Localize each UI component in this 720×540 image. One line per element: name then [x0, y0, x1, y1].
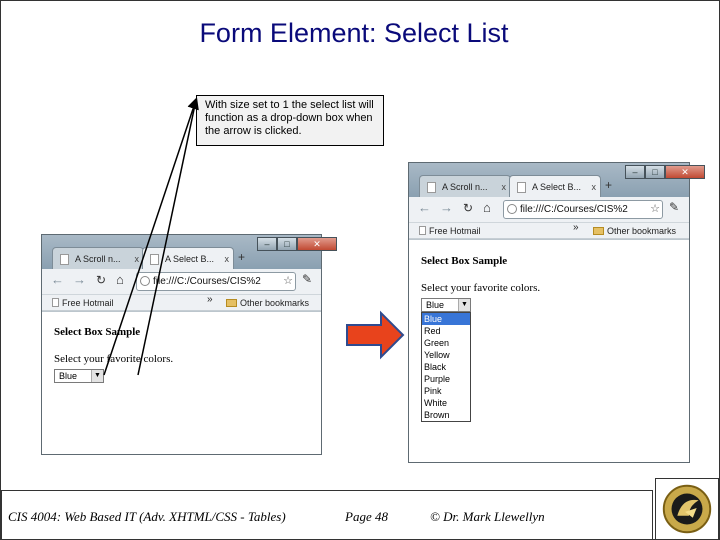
- minimize-icon[interactable]: –: [257, 237, 277, 251]
- footer: CIS 4004: Web Based IT (Adv. XHTML/CSS -…: [0, 490, 720, 540]
- page-icon: [517, 182, 526, 193]
- bookmark-label: Free Hotmail: [429, 226, 481, 236]
- address-bar[interactable]: file:///C:/Courses/CIS%2 ☆: [503, 200, 663, 219]
- close-icon[interactable]: ✕: [665, 165, 705, 179]
- page-label: Select your favorite colors.: [421, 282, 541, 294]
- tab-scroll[interactable]: A Scroll n... x: [419, 175, 511, 197]
- chevron-down-icon[interactable]: ▼: [91, 370, 103, 382]
- title-bar: A Scroll n... x A Select B... x + – □ ✕: [409, 163, 705, 197]
- home-icon[interactable]: ⌂: [116, 272, 124, 287]
- option-black[interactable]: Black: [422, 361, 470, 373]
- option-red[interactable]: Red: [422, 325, 470, 337]
- page-icon: [427, 182, 436, 193]
- callout-note: With size set to 1 the select list will …: [196, 95, 384, 146]
- home-icon[interactable]: ⌂: [483, 200, 491, 215]
- university-logo: [655, 478, 719, 540]
- address-bar[interactable]: file:///C:/Courses/CIS%2 ☆: [136, 272, 296, 291]
- option-green[interactable]: Green: [422, 337, 470, 349]
- color-options-list: Blue Red Green Yellow Black Purple Pink …: [421, 312, 471, 422]
- bookmark-other[interactable]: Other bookmarks: [593, 223, 676, 239]
- folder-icon: [226, 299, 237, 307]
- tab-close-icon[interactable]: x: [502, 176, 507, 198]
- option-pink[interactable]: Pink: [422, 385, 470, 397]
- color-select[interactable]: Blue ▼: [421, 298, 471, 312]
- browser-window-collapsed: A Scroll n... x A Select B... x + – □ ✕ …: [41, 234, 337, 455]
- address-text: file:///C:/Courses/CIS%2: [520, 204, 628, 215]
- window-controls: – □ ✕: [625, 165, 705, 179]
- bookmark-other[interactable]: Other bookmarks: [226, 295, 309, 311]
- page-icon: [52, 298, 59, 307]
- option-white[interactable]: White: [422, 397, 470, 409]
- tab-label: A Scroll n...: [75, 254, 121, 264]
- bookmark-label: Free Hotmail: [62, 298, 114, 308]
- maximize-icon[interactable]: □: [645, 165, 665, 179]
- maximize-icon[interactable]: □: [277, 237, 297, 251]
- wrench-icon[interactable]: ✎: [669, 200, 679, 214]
- tab-label: A Scroll n...: [442, 182, 488, 192]
- new-tab-button[interactable]: +: [605, 178, 612, 192]
- back-icon[interactable]: ←: [418, 200, 431, 215]
- tab-label: A Select B...: [165, 254, 215, 264]
- pegasus-logo-icon: [662, 484, 712, 534]
- bookmark-hotmail[interactable]: Free Hotmail: [419, 223, 481, 239]
- address-text: file:///C:/Courses/CIS%2: [153, 276, 261, 287]
- wrench-icon[interactable]: ✎: [302, 272, 312, 286]
- forward-icon[interactable]: →: [440, 200, 453, 215]
- tab-select[interactable]: A Select B... x: [509, 175, 601, 197]
- page-icon: [60, 254, 69, 265]
- option-purple[interactable]: Purple: [422, 373, 470, 385]
- footer-page: Page 48: [345, 509, 388, 524]
- transition-arrow-icon: [346, 310, 405, 360]
- window-controls: – □ ✕: [257, 237, 337, 251]
- star-icon[interactable]: ☆: [650, 201, 660, 218]
- option-yellow[interactable]: Yellow: [422, 349, 470, 361]
- reload-icon[interactable]: ↻: [96, 273, 106, 287]
- star-icon[interactable]: ☆: [283, 273, 293, 290]
- minimize-icon[interactable]: –: [625, 165, 645, 179]
- page-content: Select Box Sample Select your favorite c…: [42, 312, 321, 454]
- bookmarks-bar: Free Hotmail » Other bookmarks: [409, 220, 689, 239]
- option-blue[interactable]: Blue: [422, 313, 470, 325]
- page-icon: [419, 226, 426, 235]
- color-select[interactable]: Blue ▼: [54, 369, 104, 383]
- globe-icon: [507, 204, 517, 214]
- select-value: Blue: [426, 300, 445, 310]
- tab-select[interactable]: A Select B... x: [142, 247, 234, 269]
- browser-window-expanded: A Scroll n... x A Select B... x + – □ ✕ …: [408, 162, 705, 463]
- forward-icon[interactable]: →: [73, 272, 86, 287]
- bookmark-label: Other bookmarks: [240, 298, 310, 308]
- reload-icon[interactable]: ↻: [463, 201, 473, 215]
- globe-icon: [140, 276, 150, 286]
- toolbar: ← → ↻ ⌂ file:///C:/Courses/CIS%2 ☆ ✎: [409, 197, 689, 223]
- footer-course: CIS 4004: Web Based IT (Adv. XHTML/CSS -…: [8, 509, 286, 524]
- page-heading: Select Box Sample: [54, 326, 141, 338]
- bookmark-label: Other bookmarks: [607, 226, 677, 236]
- chevron-down-icon[interactable]: ▼: [458, 299, 470, 311]
- toolbar: ← → ↻ ⌂ file:///C:/Courses/CIS%2 ☆ ✎: [42, 269, 321, 295]
- tab-close-icon[interactable]: x: [592, 176, 597, 198]
- bookmark-hotmail[interactable]: Free Hotmail: [52, 295, 114, 311]
- tab-scroll[interactable]: A Scroll n... x: [52, 247, 144, 269]
- page-icon: [150, 254, 159, 265]
- chevron-right-icon[interactable]: »: [573, 220, 579, 236]
- tab-close-icon[interactable]: x: [135, 248, 140, 270]
- select-value: Blue: [59, 371, 78, 381]
- folder-icon: [593, 227, 604, 235]
- tab-label: A Select B...: [532, 182, 582, 192]
- page-heading: Select Box Sample: [421, 255, 508, 267]
- close-icon[interactable]: ✕: [297, 237, 337, 251]
- new-tab-button[interactable]: +: [238, 250, 245, 264]
- back-icon[interactable]: ←: [51, 272, 64, 287]
- tab-close-icon[interactable]: x: [225, 248, 230, 270]
- bookmarks-bar: Free Hotmail » Other bookmarks: [42, 292, 321, 311]
- page-label: Select your favorite colors.: [54, 353, 174, 365]
- title-bar: A Scroll n... x A Select B... x + – □ ✕: [42, 235, 337, 269]
- page-content: Select Box Sample Select your favorite c…: [409, 240, 689, 462]
- chevron-right-icon[interactable]: »: [207, 292, 213, 308]
- footer-author: © Dr. Mark Llewellyn: [430, 509, 545, 524]
- option-brown[interactable]: Brown: [422, 409, 470, 421]
- slide-title: Form Element: Select List: [199, 18, 509, 48]
